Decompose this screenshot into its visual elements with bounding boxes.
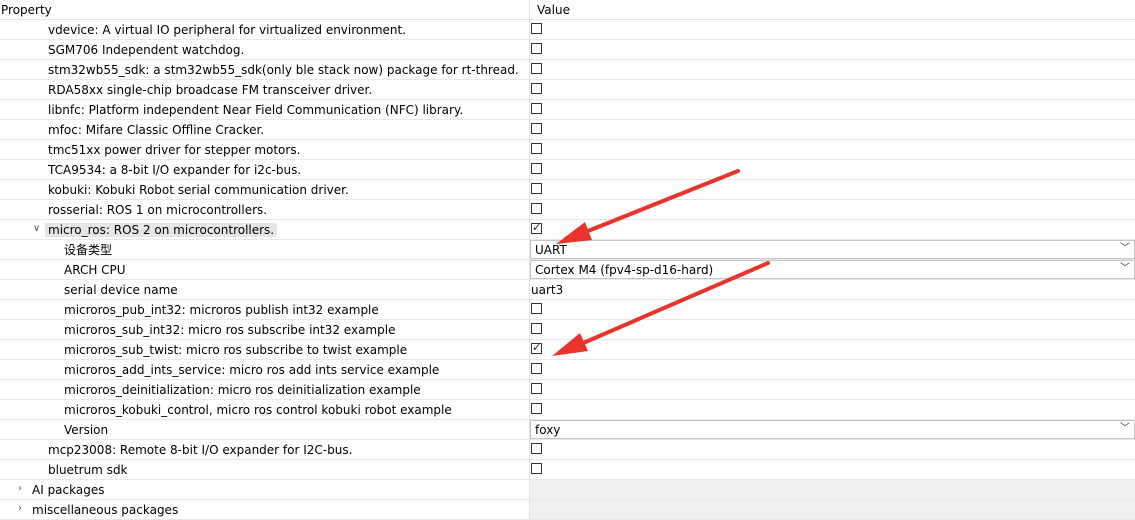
red-arrow-1 [556, 169, 740, 244]
annotation-arrows [552, 169, 770, 356]
red-arrow-2 [552, 261, 770, 356]
